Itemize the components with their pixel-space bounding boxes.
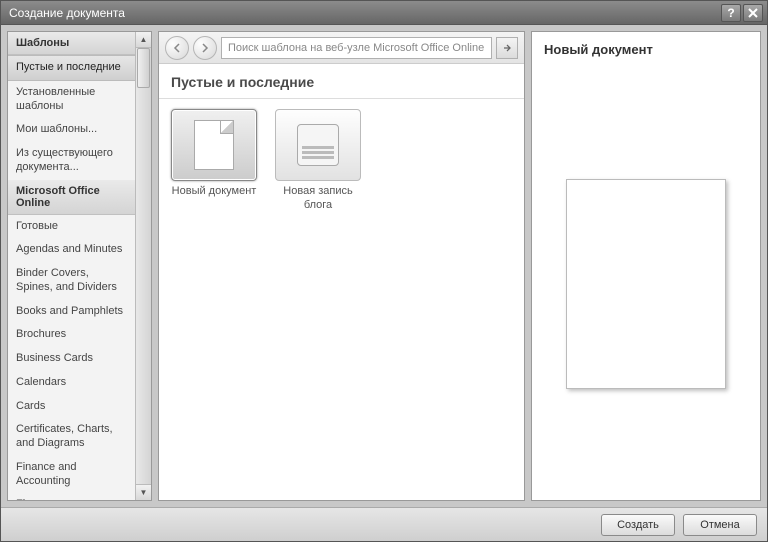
page-preview: [566, 179, 726, 389]
sidebar-item[interactable]: Calendars: [8, 371, 135, 395]
arrow-right-icon: [200, 43, 210, 53]
section-title: Пустые и последние: [159, 64, 524, 99]
scroll-down-icon[interactable]: ▼: [136, 484, 151, 500]
arrow-left-icon: [172, 43, 182, 53]
nav-forward-button[interactable]: [193, 36, 217, 60]
create-button[interactable]: Создать: [601, 514, 675, 536]
sidebar-item-installed[interactable]: Установленные шаблоны: [8, 81, 135, 119]
preview-title: Новый документ: [532, 32, 760, 67]
scroll-up-icon[interactable]: ▲: [136, 32, 151, 48]
sidebar-item[interactable]: Flyers: [8, 493, 135, 500]
scroll-thumb[interactable]: [137, 48, 150, 88]
document-icon: [194, 120, 234, 170]
tile-new-document[interactable]: Новый документ: [169, 109, 259, 199]
close-button[interactable]: [743, 4, 763, 22]
sidebar: Шаблоны Пустые и последние Установленные…: [7, 31, 152, 501]
sidebar-item[interactable]: Brochures: [8, 323, 135, 347]
sidebar-item[interactable]: Certificates, Charts, and Diagrams: [8, 418, 135, 456]
nav-back-button[interactable]: [165, 36, 189, 60]
sidebar-item[interactable]: Agendas and Minutes: [8, 238, 135, 262]
center-pane: Поиск шаблона на веб-узле Microsoft Offi…: [158, 31, 525, 501]
dialog-window: Создание документа ? Шаблоны Пустые и по…: [0, 0, 768, 542]
tile-label: Новая запись блога: [273, 185, 363, 213]
search-placeholder: Поиск шаблона на веб-узле Microsoft Offi…: [228, 42, 484, 54]
sidebar-item[interactable]: Business Cards: [8, 347, 135, 371]
sidebar-item[interactable]: Books and Pamphlets: [8, 300, 135, 324]
sidebar-header-templates: Шаблоны: [8, 32, 135, 55]
blog-icon: [297, 124, 339, 166]
sidebar-item-blank-recent[interactable]: Пустые и последние: [8, 55, 135, 81]
tile-new-blog-post[interactable]: Новая запись блога: [273, 109, 363, 213]
template-tiles: Новый документ Новая запись блога: [159, 99, 524, 223]
titlebar: Создание документа ?: [1, 1, 767, 25]
preview-pane: Новый документ: [531, 31, 761, 501]
search-input[interactable]: Поиск шаблона на веб-узле Microsoft Offi…: [221, 37, 492, 59]
sidebar-item[interactable]: Binder Covers, Spines, and Dividers: [8, 262, 135, 300]
sidebar-item-from-existing[interactable]: Из существующего документа...: [8, 142, 135, 180]
arrow-right-icon: [502, 43, 512, 53]
sidebar-item[interactable]: Готовые: [8, 215, 135, 239]
cancel-button[interactable]: Отмена: [683, 514, 757, 536]
sidebar-item[interactable]: Cards: [8, 395, 135, 419]
toolbar: Поиск шаблона на веб-узле Microsoft Offi…: [159, 32, 524, 64]
help-button[interactable]: ?: [721, 4, 741, 22]
dialog-body: Шаблоны Пустые и последние Установленные…: [1, 25, 767, 507]
sidebar-item-my-templates[interactable]: Мои шаблоны...: [8, 118, 135, 142]
sidebar-header-office-online: Microsoft Office Online: [8, 180, 135, 215]
dialog-footer: Создать Отмена: [1, 507, 767, 541]
close-icon: [748, 8, 758, 18]
sidebar-item[interactable]: Finance and Accounting: [8, 456, 135, 494]
search-go-button[interactable]: [496, 37, 518, 59]
window-title: Создание документа: [9, 6, 125, 20]
tile-label: Новый документ: [169, 185, 259, 199]
sidebar-scrollbar[interactable]: ▲ ▼: [135, 32, 151, 500]
